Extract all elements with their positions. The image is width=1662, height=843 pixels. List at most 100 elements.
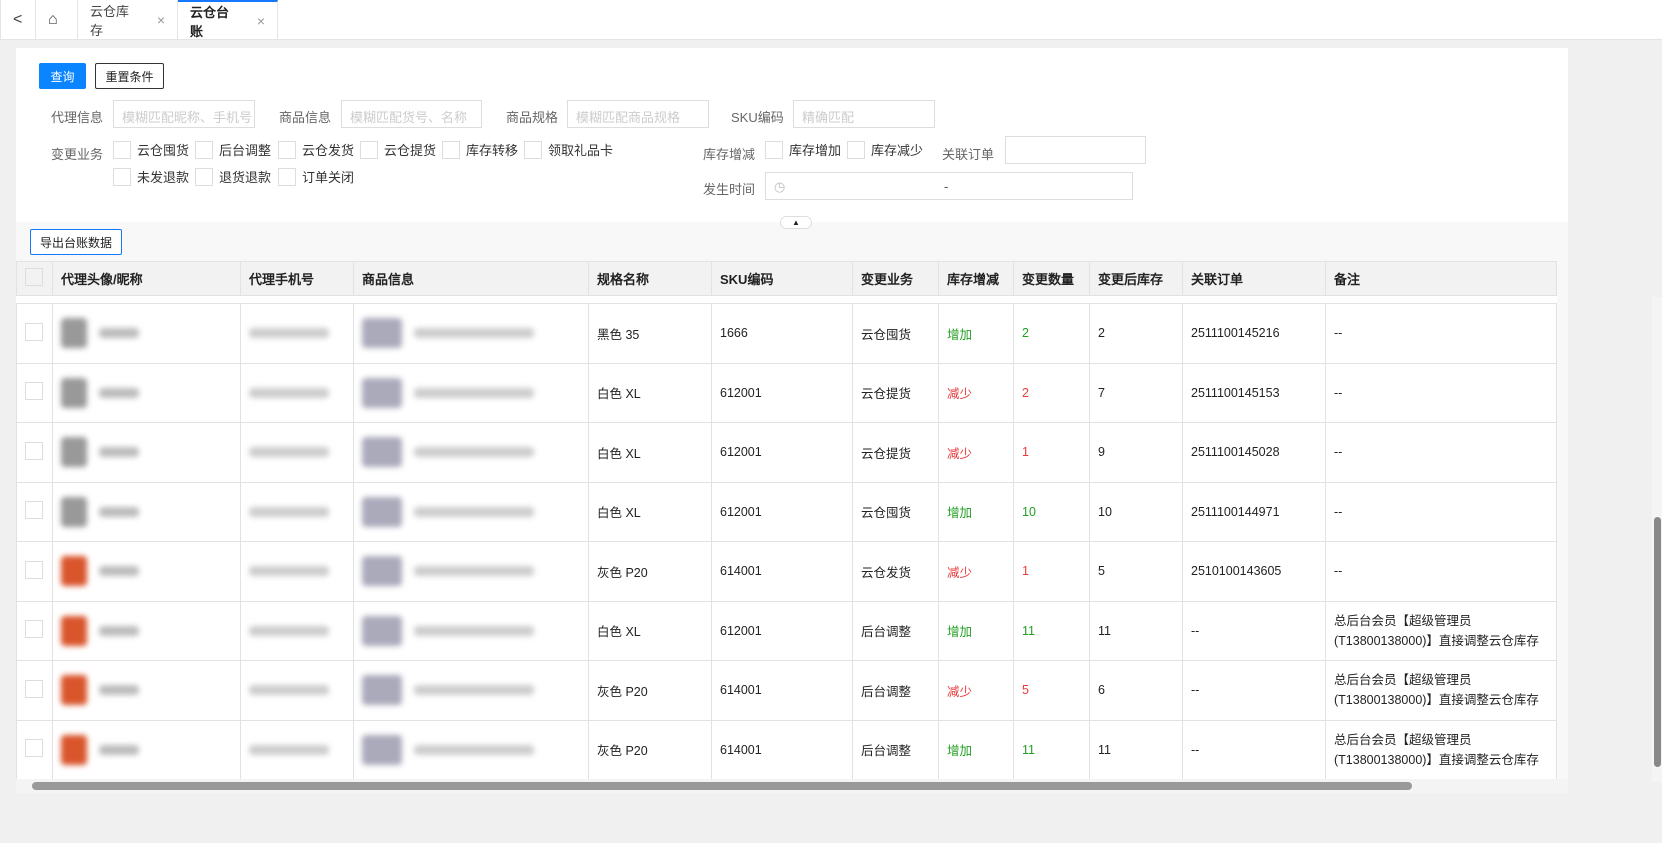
qty-cell: 11 (1013, 600, 1090, 661)
close-icon[interactable]: × (257, 13, 265, 29)
sku-cell: 612001 (711, 422, 853, 483)
agent-avatar-nickname (61, 437, 232, 468)
time-range-input[interactable]: ◷ - (765, 172, 1133, 200)
sku-input[interactable]: 精确匹配 (793, 100, 935, 128)
row-checkbox[interactable] (25, 620, 43, 639)
remark-cell: -- (1325, 481, 1557, 542)
col-business: 变更业务 (852, 261, 939, 296)
business-cell: 云仓发货 (852, 541, 939, 602)
horizontal-scrollbar[interactable] (16, 779, 1568, 793)
spec-label: 商品规格 (506, 110, 559, 125)
checkbox-increase[interactable]: 库存增加 (765, 140, 841, 159)
tab-label: 云仓台账 (190, 5, 230, 39)
business-cell: 云仓囤货 (852, 481, 939, 542)
back-button[interactable]: < (0, 0, 36, 40)
checkbox-business[interactable]: 云仓囤货 (113, 140, 189, 159)
checkbox-business[interactable]: 库存转移 (442, 140, 518, 159)
business-cell: 后台调整 (852, 660, 939, 721)
product-input[interactable]: 模糊匹配货号、名称 (341, 100, 482, 128)
qty-cell: 1 (1013, 541, 1090, 602)
row-checkbox[interactable] (25, 501, 43, 520)
col-product: 商品信息 (353, 261, 589, 296)
row-checkbox[interactable] (25, 382, 43, 401)
table-row: 灰色 P20 614001 后台调整 减少 5 6 -- 总后台会员【超级管理员… (16, 660, 1557, 721)
agent-phone (249, 387, 345, 398)
spec-cell: 灰色 P20 (588, 719, 712, 780)
col-agent: 代理头像/昵称 (52, 261, 241, 296)
row-checkbox[interactable] (25, 679, 43, 698)
tab-home[interactable]: ⌂ (36, 0, 78, 40)
agent-phone (249, 685, 345, 696)
col-spec: 规格名称 (588, 261, 712, 296)
col-change: 库存增减 (938, 261, 1014, 296)
range-separator: - (944, 179, 949, 194)
vertical-scrollbar[interactable] (1652, 297, 1662, 782)
agent-phone (249, 328, 345, 339)
checkbox-business[interactable]: 未发退款 (113, 167, 189, 186)
home-icon: ⌂ (48, 11, 58, 28)
spec-cell: 灰色 P20 (588, 541, 712, 602)
sku-cell: 612001 (711, 600, 853, 661)
sku-cell: 614001 (711, 660, 853, 721)
remark-cell: -- (1325, 422, 1557, 483)
clock-icon: ◷ (774, 179, 786, 194)
product-info (362, 675, 580, 706)
tab-bar: < ⌂ 云仓库存 × 云仓台账 × (0, 0, 1662, 40)
row-checkbox[interactable] (25, 322, 43, 341)
agent-avatar-nickname (61, 556, 232, 587)
after-cell: 11 (1089, 600, 1183, 661)
agent-avatar-nickname (61, 615, 232, 646)
row-checkbox[interactable] (25, 739, 43, 758)
agent-phone (249, 506, 345, 517)
agent-avatar-nickname (61, 377, 232, 408)
select-all-checkbox[interactable] (25, 268, 43, 286)
order-cell: 2511100144971 (1182, 481, 1326, 542)
after-cell: 5 (1089, 541, 1183, 602)
checkbox-business[interactable]: 后台调整 (195, 140, 271, 159)
remark-cell: -- (1325, 541, 1557, 602)
row-checkbox[interactable] (25, 560, 43, 579)
product-info (362, 437, 580, 468)
checkbox-business[interactable]: 订单关闭 (278, 167, 354, 186)
tab-label: 云仓库存 (90, 4, 130, 38)
after-cell: 10 (1089, 481, 1183, 542)
business-cell: 云仓提货 (852, 422, 939, 483)
table-row: 白色 XL 612001 云仓提货 减少 2 7 2511100145153 -… (16, 362, 1557, 423)
order-cell: -- (1182, 600, 1326, 661)
checkbox-business[interactable]: 云仓发货 (278, 140, 354, 159)
row-checkbox[interactable] (25, 441, 43, 460)
spec-input[interactable]: 模糊匹配商品规格 (567, 100, 709, 128)
time-label: 发生时间 (703, 182, 756, 197)
reset-button[interactable]: 重置条件 (95, 63, 164, 89)
checkbox-business[interactable]: 退货退款 (195, 167, 271, 186)
qty-cell: 2 (1013, 362, 1090, 423)
close-icon[interactable]: × (157, 12, 165, 28)
order-cell: 2511100145153 (1182, 362, 1326, 423)
query-button[interactable]: 查询 (39, 63, 86, 89)
checkbox-business[interactable]: 领取礼品卡 (524, 140, 613, 159)
spec-cell: 黑色 35 (588, 303, 712, 364)
after-cell: 9 (1089, 422, 1183, 483)
table-row: 白色 XL 612001 云仓囤货 增加 10 10 2511100144971… (16, 481, 1557, 542)
table-row: 黑色 35 1666 云仓囤货 增加 2 2 2511100145216 -- (16, 303, 1557, 364)
tab-cloud-ledger[interactable]: 云仓台账 × (178, 0, 278, 40)
spec-cell: 白色 XL (588, 481, 712, 542)
product-label: 商品信息 (279, 110, 332, 125)
tab-cloud-inventory[interactable]: 云仓库存 × (78, 0, 178, 40)
export-button[interactable]: 导出台账数据 (30, 229, 122, 255)
order-input[interactable] (1005, 136, 1146, 164)
remark-cell: -- (1325, 303, 1557, 364)
sku-label: SKU编码 (731, 110, 784, 125)
collapse-toggle[interactable]: ▲ (780, 216, 812, 229)
qty-cell: 1 (1013, 422, 1090, 483)
checkbox-decrease[interactable]: 库存减少 (847, 140, 923, 159)
change-direction: 减少 (938, 541, 1014, 602)
col-qty: 变更数量 (1013, 261, 1090, 296)
change-label: 库存增减 (703, 147, 756, 162)
checkbox-business[interactable]: 云仓提货 (360, 140, 436, 159)
table-row: 白色 XL 612001 云仓提货 减少 1 9 2511100145028 -… (16, 422, 1557, 483)
business-cell: 云仓囤货 (852, 303, 939, 364)
change-direction: 减少 (938, 362, 1014, 423)
remark-cell: 总后台会员【超级管理员(T13800138000)】直接调整云仓库存 (1325, 719, 1557, 780)
agent-input[interactable]: 模糊匹配昵称、手机号 (113, 100, 255, 128)
